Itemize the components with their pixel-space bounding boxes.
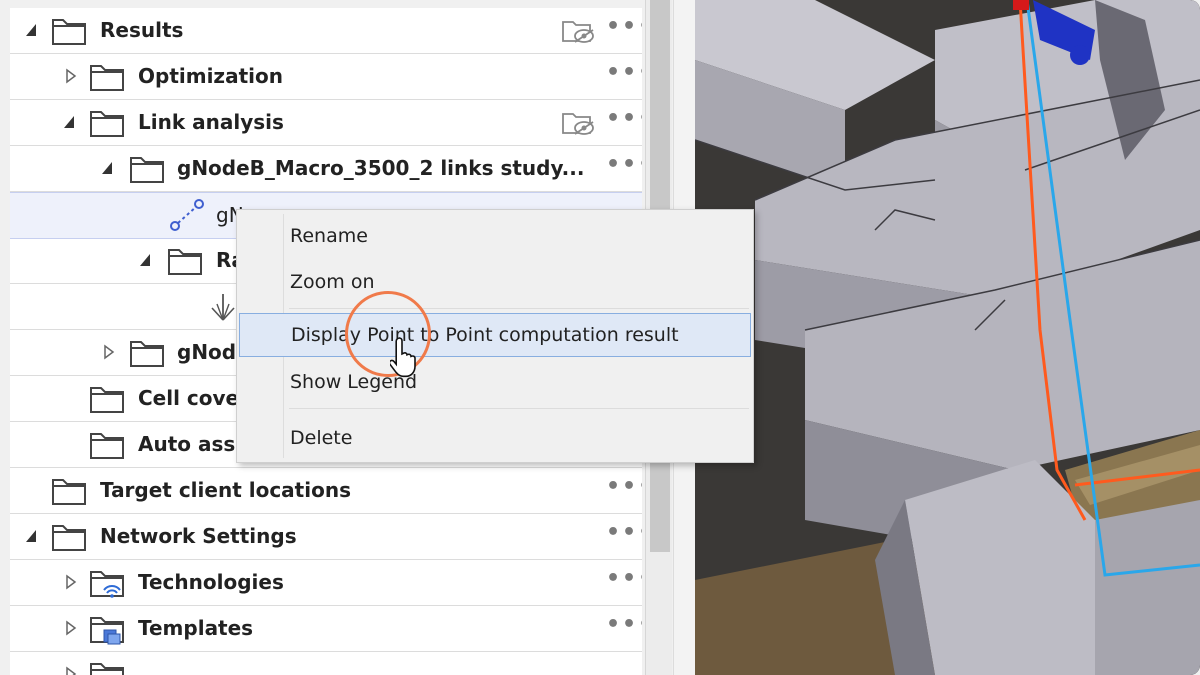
expanded-arrow-icon[interactable]	[24, 528, 38, 544]
tree-row-label: Cell cover	[138, 386, 249, 410]
folder-icon	[90, 433, 124, 459]
tree-row-partial[interactable]	[10, 652, 642, 675]
tree-row-label: gNodeB_Macro_3500_2 links study...	[177, 156, 585, 180]
collapsed-arrow-icon[interactable]	[64, 574, 78, 590]
tree-row-gnodeb-study[interactable]: gNodeB_Macro_3500_2 links study... •••	[10, 146, 642, 192]
folder-icon	[130, 157, 164, 183]
tree-row-label: Technologies	[138, 570, 284, 594]
tree-row-label: Templates	[138, 616, 254, 640]
folder-icon	[90, 387, 124, 413]
menu-item-label: Delete	[290, 427, 353, 449]
visibility-toggle-icon[interactable]	[560, 106, 596, 138]
folder-icon	[90, 663, 124, 675]
collapsed-arrow-icon[interactable]	[64, 68, 78, 84]
link-icon	[170, 199, 204, 231]
expanded-arrow-icon[interactable]	[24, 22, 38, 38]
tree-row-technologies[interactable]: Technologies •••	[10, 560, 642, 606]
more-options-icon[interactable]: •••	[606, 566, 642, 591]
menu-item-label: Rename	[290, 225, 368, 247]
tree-row-link-analysis[interactable]: Link analysis •••	[10, 100, 642, 146]
folder-icon	[52, 479, 86, 505]
context-menu: Rename Zoom on Display Point to Point co…	[236, 209, 754, 463]
3d-scene[interactable]	[695, 0, 1200, 675]
templates-folder-icon	[90, 617, 124, 645]
folder-icon	[52, 19, 86, 45]
3d-viewport[interactable]	[695, 0, 1200, 675]
collapsed-arrow-icon[interactable]	[102, 344, 116, 360]
folder-icon	[130, 341, 164, 367]
menu-item-display-p2p-result[interactable]: Display Point to Point computation resul…	[239, 313, 751, 357]
tree-row-label: Network Settings	[100, 524, 297, 548]
tree-row-label: Optimization	[138, 64, 283, 88]
antenna-icon	[211, 294, 235, 321]
folder-icon	[168, 249, 202, 275]
tree-row-network-settings[interactable]: Network Settings •••	[10, 514, 642, 560]
expanded-arrow-icon[interactable]	[62, 114, 76, 130]
menu-item-zoom-on[interactable]: Zoom on	[237, 260, 753, 304]
technologies-folder-icon	[90, 571, 124, 598]
tree-row-label: Link analysis	[138, 110, 284, 134]
more-options-icon[interactable]: •••	[606, 474, 642, 499]
menu-separator	[289, 408, 749, 409]
more-options-icon[interactable]: •••	[606, 60, 642, 85]
expanded-arrow-icon[interactable]	[100, 160, 114, 176]
tree-row-label: Target client locations	[100, 478, 351, 502]
tree-row-templates[interactable]: Templates •••	[10, 606, 642, 652]
tree-row-optimization[interactable]: Optimization •••	[10, 54, 642, 100]
more-options-icon[interactable]: •••	[606, 612, 642, 637]
tree-row-label: Results	[100, 18, 184, 42]
tree-row-target-client-locations[interactable]: Target client locations •••	[10, 468, 642, 514]
folder-icon	[90, 65, 124, 91]
app-window: Results ••• Optimization ••• Link analys…	[0, 0, 1200, 675]
menu-item-rename[interactable]: Rename	[237, 214, 753, 258]
tree-row-results[interactable]: Results •••	[10, 8, 642, 54]
tree-row-label: gNod	[177, 340, 237, 364]
visibility-toggle-icon[interactable]	[560, 14, 596, 46]
menu-item-delete[interactable]: Delete	[237, 416, 753, 460]
collapsed-arrow-icon[interactable]	[64, 666, 78, 675]
more-options-icon[interactable]: •••	[606, 14, 642, 39]
menu-item-show-legend[interactable]: Show Legend	[237, 360, 753, 404]
collapsed-arrow-icon[interactable]	[64, 620, 78, 636]
more-options-icon[interactable]: •••	[606, 520, 642, 545]
more-options-icon[interactable]: •••	[606, 152, 642, 177]
more-options-icon[interactable]: •••	[606, 106, 642, 131]
folder-icon	[52, 525, 86, 551]
menu-item-label: Zoom on	[290, 271, 375, 293]
folder-icon	[90, 111, 124, 137]
hand-pointer-cursor-icon	[390, 337, 416, 378]
expanded-arrow-icon[interactable]	[138, 252, 152, 268]
